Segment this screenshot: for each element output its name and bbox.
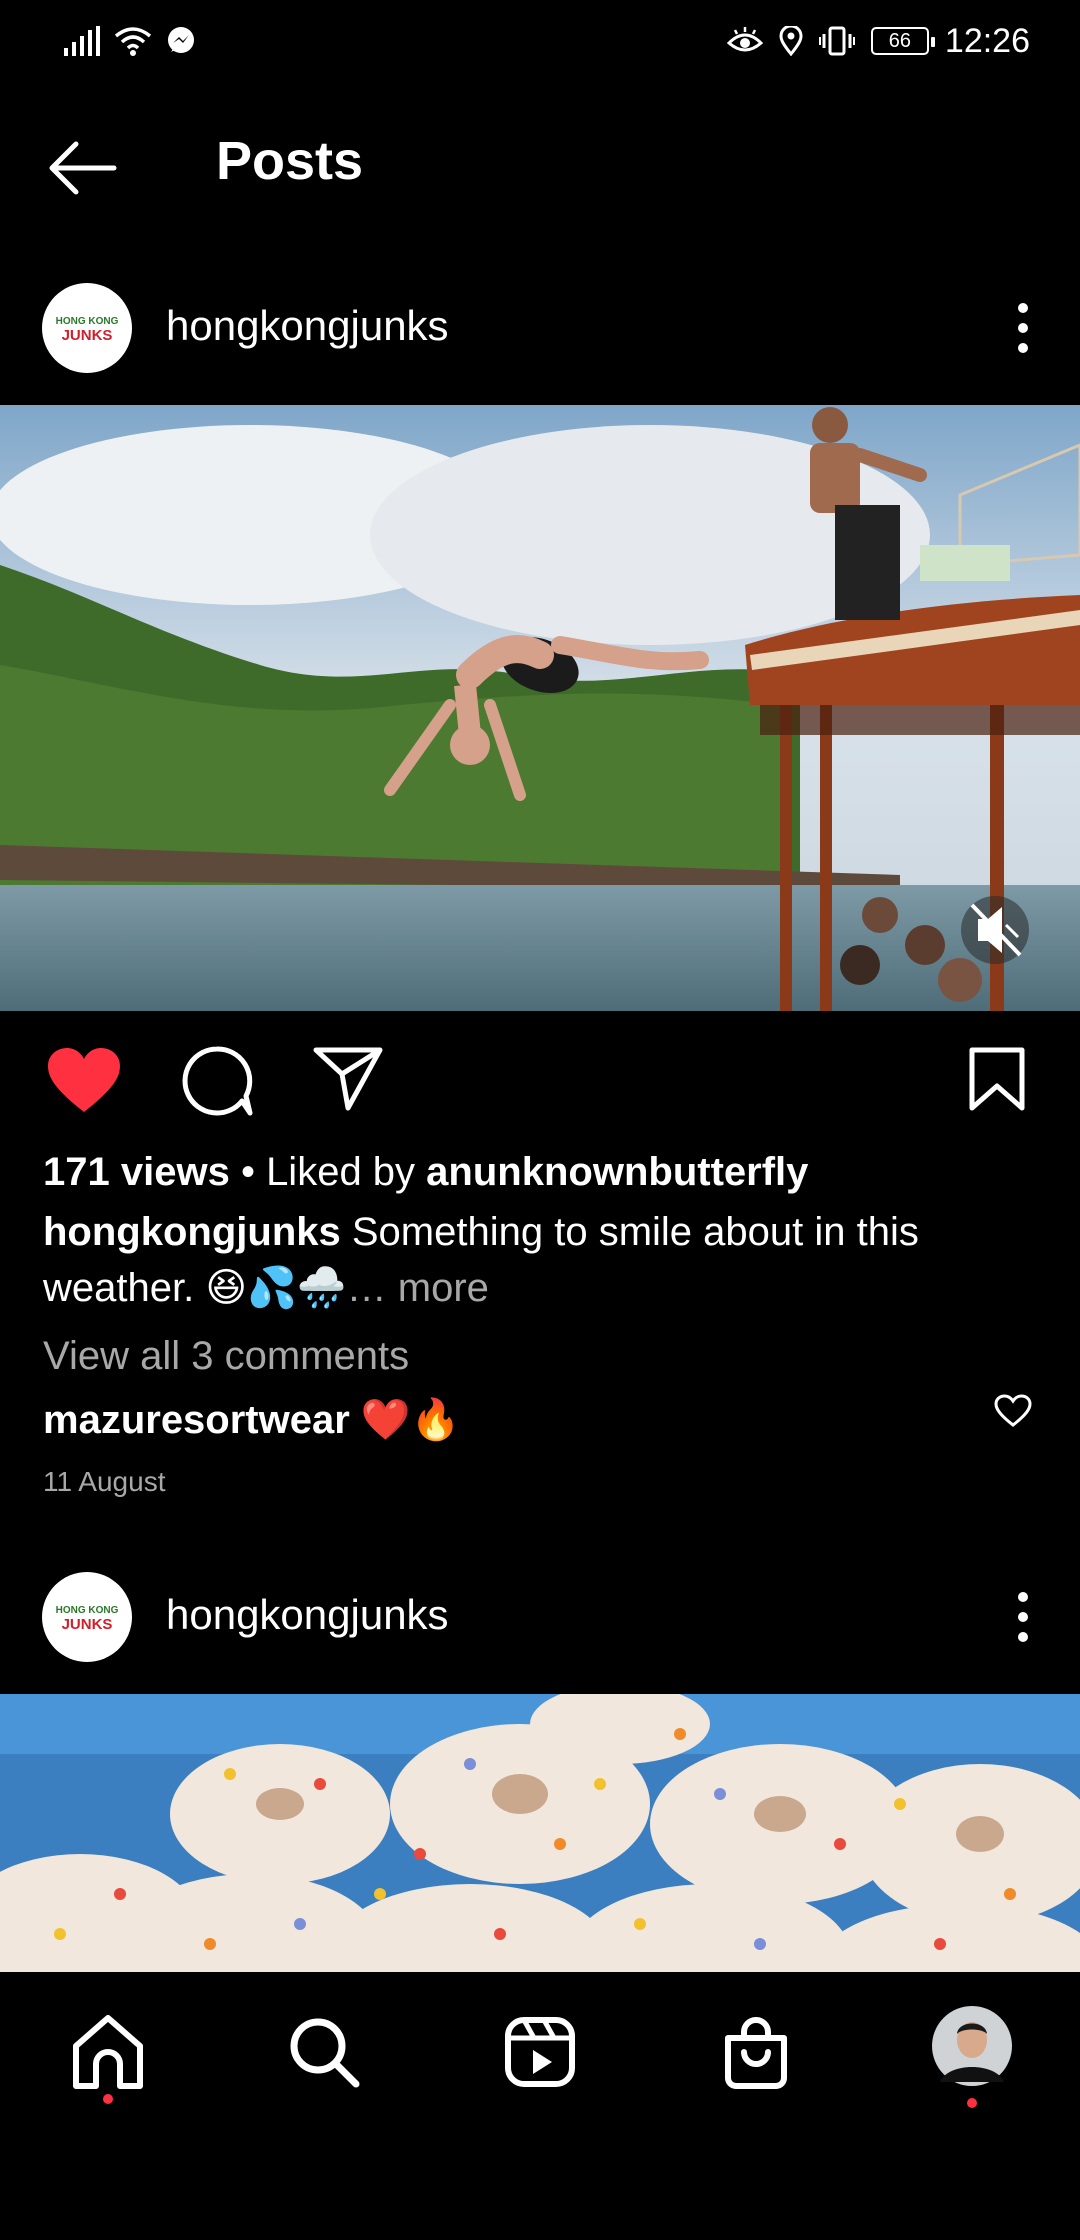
avatar-2[interactable]: HONG KONG JUNKS: [42, 1572, 132, 1662]
post-media-image-2[interactable]: [0, 1694, 1080, 1972]
heart-filled-icon: [48, 1048, 120, 1112]
post-username[interactable]: hongkongjunks: [166, 302, 449, 350]
nav-reels[interactable]: [500, 2012, 580, 2092]
battery-level: 66: [888, 29, 912, 52]
views-count[interactable]: 171 views: [43, 1150, 230, 1194]
messenger-icon: [168, 27, 194, 53]
eye-comfort-icon: [726, 27, 763, 52]
more-options-button[interactable]: [1008, 298, 1038, 358]
wifi-icon: [114, 27, 152, 56]
comment-icon: [182, 1046, 253, 1116]
comment-username[interactable]: mazuresortwear: [43, 1398, 350, 1442]
home-notification-dot: [103, 2094, 113, 2104]
battery-icon: 66: [870, 27, 935, 55]
caption-line-2: weather. 😆💦🌧️… more: [43, 1264, 489, 1311]
post-date: 11 August: [43, 1466, 166, 1497]
location-icon: [779, 26, 803, 56]
video-frame: [0, 405, 1080, 1011]
vibrate-icon: [818, 26, 855, 56]
status-left: [64, 26, 196, 56]
send-icon: [313, 1047, 383, 1111]
bookmark-icon: [969, 1047, 1025, 1111]
post-actions: [0, 1040, 1080, 1120]
page-title: Posts: [216, 131, 364, 191]
view-all-comments-link[interactable]: View all 3 comments: [43, 1334, 409, 1379]
share-button[interactable]: [312, 1046, 384, 1117]
shop-icon: [725, 2017, 787, 2089]
caption-text-1: Something to smile about in this: [340, 1210, 919, 1254]
mute-button[interactable]: [961, 896, 1029, 964]
views-liked-line: 171 views • Liked by anunknownbutterfly: [43, 1150, 808, 1195]
nav-home[interactable]: [68, 2012, 148, 2092]
liked-by-prefix: Liked by: [266, 1150, 427, 1194]
search-icon: [290, 2018, 360, 2088]
page-header: Posts: [0, 100, 1080, 235]
status-time: 12:26: [944, 21, 1030, 60]
donuts-photo: [0, 1694, 1080, 1972]
caption-text-2: weather. 😆💦🌧️: [43, 1266, 347, 1310]
reels-icon: [505, 2017, 575, 2087]
signal-icon: [64, 26, 100, 56]
post-header-2: HONG KONG JUNKS hongkongjunks: [0, 1557, 1080, 1677]
separator: •: [229, 1150, 267, 1194]
more-vertical-icon: [1018, 1592, 1028, 1642]
post-media-video[interactable]: [0, 405, 1080, 1011]
comment-text: ❤️🔥: [349, 1398, 461, 1442]
top-comment: mazuresortwear ❤️🔥: [43, 1396, 461, 1443]
profile-avatar: [932, 2006, 1012, 2086]
bottom-navigation: [0, 1972, 1080, 2240]
caption-username[interactable]: hongkongjunks: [43, 1210, 341, 1254]
save-button[interactable]: [968, 1046, 1026, 1117]
nav-shop[interactable]: [716, 2012, 796, 2092]
caption-line-1: hongkongjunks Something to smile about i…: [43, 1210, 919, 1255]
more-vertical-icon: [1018, 303, 1028, 353]
caption-more-link[interactable]: … more: [347, 1266, 489, 1310]
logo-text-top: HONG KONG: [56, 1605, 119, 1616]
status-right: 66 12:26: [726, 21, 1030, 61]
hongkongjunks-logo-icon: HONG KONG JUNKS: [56, 1605, 119, 1633]
back-button[interactable]: [46, 136, 118, 200]
status-bar: 66 12:26: [0, 0, 1080, 82]
more-options-button-2[interactable]: [1008, 1587, 1038, 1647]
logo-text-top: HONG KONG: [56, 316, 119, 327]
nav-search[interactable]: [284, 2012, 364, 2092]
avatar[interactable]: HONG KONG JUNKS: [42, 283, 132, 373]
comment-like-button[interactable]: [994, 1394, 1032, 1433]
liked-by-user[interactable]: anunknownbutterfly: [426, 1150, 808, 1194]
heart-outline-icon: [994, 1394, 1032, 1427]
hongkongjunks-logo-icon: HONG KONG JUNKS: [56, 316, 119, 344]
post-header: HONG KONG JUNKS hongkongjunks: [0, 268, 1080, 388]
profile-notification-dot: [967, 2098, 977, 2108]
logo-text-bottom: JUNKS: [62, 327, 113, 344]
comment-button[interactable]: [180, 1044, 254, 1123]
logo-text-bottom: JUNKS: [62, 1616, 113, 1633]
home-icon: [73, 2015, 143, 2089]
nav-profile[interactable]: [930, 2004, 1014, 2088]
like-button[interactable]: [46, 1046, 122, 1119]
back-arrow-icon: [49, 141, 117, 195]
post-username-2[interactable]: hongkongjunks: [166, 1591, 449, 1639]
